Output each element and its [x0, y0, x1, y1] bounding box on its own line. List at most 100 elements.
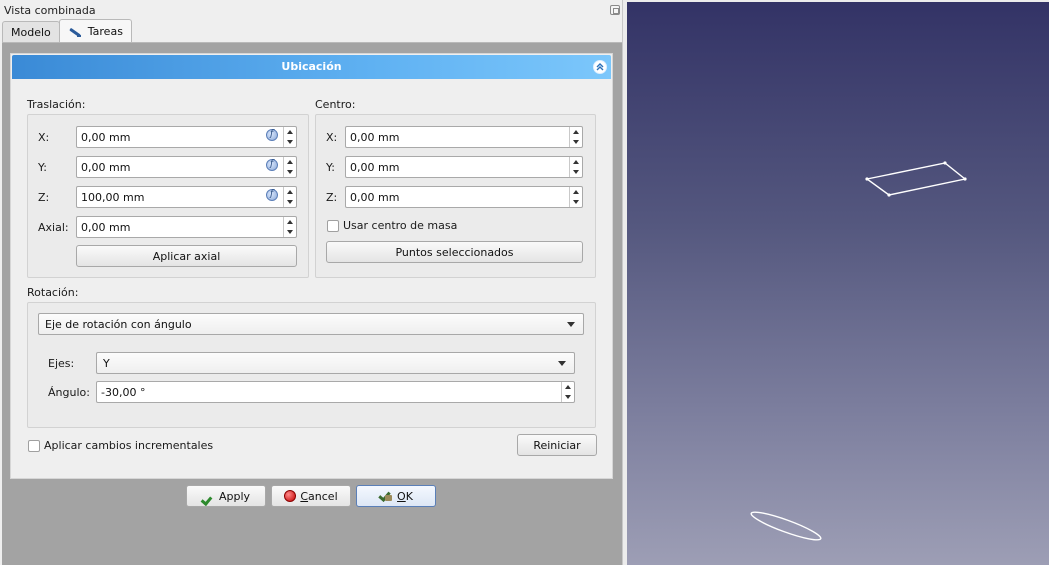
center-x-value: 0,00 mm [350, 131, 400, 144]
arrow-down-icon[interactable] [287, 170, 293, 174]
arrow-down-icon[interactable] [287, 140, 293, 144]
translation-z-value: 100,00 mm [81, 191, 145, 204]
center-group: X: 0,00 mm Y: 0,00 mm Z: 0,00 mm Usar ce… [315, 114, 596, 278]
cancel-button[interactable]: Cancel [271, 485, 351, 507]
sketch-vertex [865, 177, 869, 181]
panel-title: Ubicación [281, 60, 342, 73]
tasks-content: Ubicación Traslación: X: 0,00 mm Y: 0,00… [2, 42, 622, 565]
arrow-down-icon[interactable] [565, 395, 571, 399]
axial-field[interactable]: 0,00 mm [76, 216, 297, 238]
tab-bar: Modelo Tareas [2, 19, 132, 43]
axial-label: Axial: [38, 221, 69, 234]
chevron-down-icon [567, 322, 575, 327]
translation-y-value: 0,00 mm [81, 161, 131, 174]
arrow-up-icon[interactable] [573, 160, 579, 164]
placement-panel: Ubicación Traslación: X: 0,00 mm Y: 0,00… [10, 53, 613, 479]
center-z-value: 0,00 mm [350, 191, 400, 204]
center-y-label: Y: [326, 161, 335, 174]
rotation-group: Eje de rotación con ángulo Ejes: Y Ángul… [27, 302, 596, 428]
tab-tareas[interactable]: Tareas [58, 19, 132, 43]
arrow-up-icon[interactable] [287, 130, 293, 134]
axes-select[interactable]: Y [96, 352, 575, 374]
translation-y-field[interactable]: 0,00 mm [76, 156, 297, 178]
apply-axial-button[interactable]: Aplicar axial [76, 245, 297, 267]
sketch-vertex [887, 193, 891, 197]
rotation-mode-select[interactable]: Eje de rotación con ángulo [38, 313, 584, 335]
tab-modelo-label: Modelo [11, 26, 51, 39]
arrow-down-icon[interactable] [573, 200, 579, 204]
ok-icon [379, 490, 393, 502]
spin-arrows[interactable] [283, 157, 296, 177]
apply-button[interactable]: Apply [186, 485, 266, 507]
center-x-label: X: [326, 131, 338, 144]
combo-view-panel: Vista combinada Modelo Tareas Ubicación … [0, 0, 623, 565]
placed-sketch-outline [865, 162, 967, 196]
spin-arrows[interactable] [569, 127, 582, 147]
center-of-mass-checkbox[interactable] [327, 220, 339, 232]
reset-button[interactable]: Reiniciar [517, 434, 597, 456]
rotation-label: Rotación: [27, 286, 79, 299]
undock-icon[interactable] [610, 5, 620, 15]
arrow-up-icon[interactable] [573, 190, 579, 194]
center-z-field[interactable]: 0,00 mm [345, 186, 583, 208]
chevron-down-icon [558, 361, 566, 366]
arrow-down-icon[interactable] [573, 170, 579, 174]
checkmark-icon [202, 490, 215, 502]
center-of-mass-label: Usar centro de masa [343, 219, 458, 232]
tab-tareas-label: Tareas [87, 25, 123, 38]
combo-view-title: Vista combinada [4, 4, 96, 17]
pencil-icon [68, 25, 82, 39]
sketch-vertex [963, 177, 967, 181]
center-y-value: 0,00 mm [350, 161, 400, 174]
translation-z-field[interactable]: 100,00 mm [76, 186, 297, 208]
arrow-up-icon[interactable] [287, 220, 293, 224]
angle-label: Ángulo: [48, 386, 90, 399]
placed-circle-outline [750, 511, 822, 541]
spin-arrows[interactable] [561, 382, 574, 402]
translation-x-value: 0,00 mm [81, 131, 131, 144]
axes-value: Y [103, 357, 110, 370]
expression-icon[interactable] [266, 129, 278, 141]
translation-group: X: 0,00 mm Y: 0,00 mm Z: 100,00 mm [27, 114, 309, 278]
tab-modelo[interactable]: Modelo [2, 21, 60, 43]
translation-x-field[interactable]: 0,00 mm [76, 126, 297, 148]
arrow-down-icon[interactable] [287, 200, 293, 204]
panel-header: Ubicación [12, 55, 611, 79]
axial-value: 0,00 mm [81, 221, 131, 234]
spin-arrows[interactable] [283, 127, 296, 147]
arrow-up-icon[interactable] [565, 385, 571, 389]
spin-arrows[interactable] [569, 187, 582, 207]
cancel-label: Cancel [300, 489, 338, 503]
3d-viewport[interactable] [627, 2, 1049, 565]
translation-z-label: Z: [38, 191, 50, 204]
translation-label: Traslación: [27, 98, 86, 111]
translation-x-label: X: [38, 131, 50, 144]
expression-icon[interactable] [266, 159, 278, 171]
spin-arrows[interactable] [283, 187, 296, 207]
arrow-up-icon[interactable] [287, 160, 293, 164]
ok-button[interactable]: OK [356, 485, 436, 507]
center-x-field[interactable]: 0,00 mm [345, 126, 583, 148]
chevron-up-double-icon[interactable] [593, 60, 607, 74]
expression-icon[interactable] [266, 189, 278, 201]
spin-arrows[interactable] [569, 157, 582, 177]
spin-arrows[interactable] [283, 217, 296, 237]
sketch-vertex [943, 161, 947, 165]
incremental-label: Aplicar cambios incrementales [44, 439, 214, 452]
arrow-down-icon[interactable] [573, 140, 579, 144]
arrow-down-icon[interactable] [287, 230, 293, 234]
translation-y-label: Y: [38, 161, 47, 174]
incremental-checkbox[interactable] [28, 440, 40, 452]
arrow-up-icon[interactable] [287, 190, 293, 194]
angle-field[interactable]: -30,00 ° [96, 381, 575, 403]
angle-value: -30,00 ° [101, 386, 146, 399]
viewport-scene [750, 161, 967, 541]
selected-points-button[interactable]: Puntos seleccionados [326, 241, 583, 263]
center-z-label: Z: [326, 191, 338, 204]
axes-label: Ejes: [48, 357, 75, 370]
arrow-up-icon[interactable] [573, 130, 579, 134]
apply-label: Apply [218, 489, 251, 503]
stop-icon [284, 490, 297, 502]
center-y-field[interactable]: 0,00 mm [345, 156, 583, 178]
center-label: Centro: [315, 98, 356, 111]
